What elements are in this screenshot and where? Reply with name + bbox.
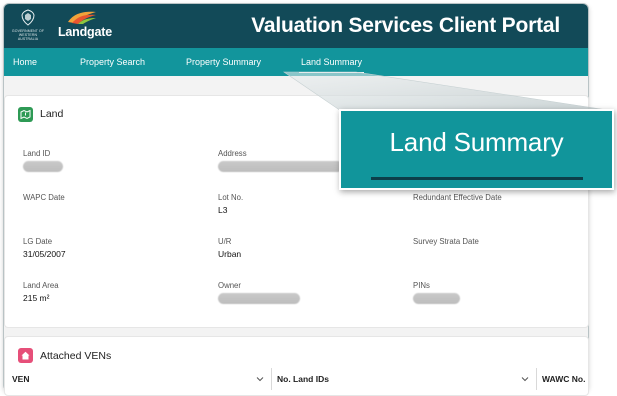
column-divider [536, 368, 537, 390]
landgate-brand-text: Landgate [58, 25, 112, 39]
redundant-effective-date-label: Redundant Effective Date [413, 193, 502, 202]
pins-label: PINs [413, 281, 430, 290]
home-icon [18, 348, 33, 363]
address-label: Address [218, 149, 247, 158]
callout-underline [371, 177, 583, 180]
crest-icon [21, 9, 35, 26]
crest-text: GOVERNMENT OF WESTERN AUSTRALIA [11, 29, 45, 41]
portal-header: GOVERNMENT OF WESTERN AUSTRALIA Landgate… [4, 4, 588, 48]
land-id-value-redacted [23, 161, 63, 172]
column-header-no-land-ids[interactable]: No. Land IDs [277, 368, 329, 390]
land-area-value: 215 m² [23, 293, 50, 303]
lg-date-label: LG Date [23, 237, 53, 246]
owner-value-redacted [218, 293, 300, 304]
nav-property-summary[interactable]: Property Summary [186, 48, 261, 76]
address-value-redacted [218, 161, 343, 172]
wa-government-crest: GOVERNMENT OF WESTERN AUSTRALIA [10, 8, 46, 44]
nav-home[interactable]: Home [13, 48, 37, 76]
portal-title: Valuation Services Client Portal [251, 14, 560, 37]
nav-property-search[interactable]: Property Search [80, 48, 145, 76]
land-card-title: Land [40, 108, 64, 120]
land-id-label: Land ID [23, 149, 51, 158]
ur-value: Urban [218, 249, 242, 259]
column-divider [271, 368, 272, 390]
callout-title: Land Summary [389, 127, 564, 157]
column-header-wawc-no[interactable]: WAWC No. [542, 368, 585, 390]
column-header-ven[interactable]: VEN [12, 368, 29, 390]
wapc-date-label: WAPC Date [23, 193, 65, 202]
chevron-down-icon[interactable] [256, 375, 264, 383]
lg-date-value: 31/05/2007 [23, 249, 66, 259]
attached-vens-card: Attached VENs VEN No. Land IDs WAWC No. [4, 336, 589, 396]
nav-land-summary[interactable]: Land Summary [298, 48, 365, 76]
lot-no-value: L3 [218, 205, 228, 215]
lot-no-label: Lot No. [218, 193, 244, 202]
owner-label: Owner [218, 281, 241, 290]
land-summary-callout: Land Summary [339, 109, 614, 190]
survey-strata-date-label: Survey Strata Date [413, 237, 479, 246]
land-icon [18, 107, 33, 122]
land-area-label: Land Area [23, 281, 59, 290]
attached-vens-title: Attached VENs [40, 350, 112, 362]
main-nav: Home Property Search Property Summary La… [4, 48, 588, 76]
pins-value-redacted [413, 293, 460, 304]
landgate-mark-icon [68, 11, 96, 24]
chevron-down-icon[interactable] [521, 375, 529, 383]
ur-label: U/R [218, 237, 232, 246]
